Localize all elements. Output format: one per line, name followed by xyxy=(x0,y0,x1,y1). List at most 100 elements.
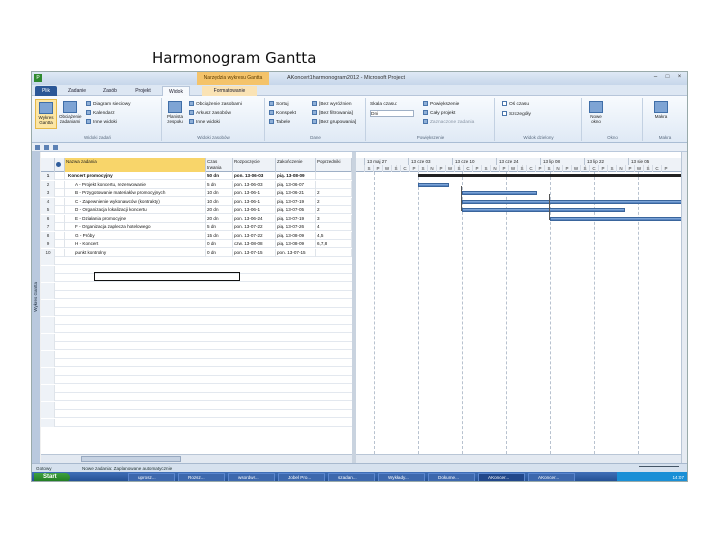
other-views-button[interactable]: Inne widoki xyxy=(86,119,117,126)
cell-end[interactable]: pią. 13-07-19 xyxy=(276,197,316,206)
tab-task[interactable]: Zadanie xyxy=(62,86,92,96)
empty-row[interactable] xyxy=(41,359,352,367)
cell-name[interactable]: G - Próby xyxy=(65,231,206,240)
save-icon[interactable] xyxy=(35,145,40,150)
team-planner-button[interactable]: Planista zespołu xyxy=(164,99,186,129)
cell-end[interactable]: pią. 13-06-21 xyxy=(276,189,316,197)
cell-start[interactable]: pon. 13-06-1 xyxy=(233,189,276,197)
grid-horizontal-scrollbar[interactable] xyxy=(41,454,352,463)
empty-row[interactable] xyxy=(41,393,352,401)
scroll-thumb[interactable] xyxy=(81,456,181,462)
task-bar[interactable] xyxy=(462,191,538,195)
cell-pred[interactable]: 3 xyxy=(316,214,352,223)
header-finish[interactable]: Zakończenie xyxy=(276,158,316,172)
cell-name[interactable]: punkt kontrolny xyxy=(65,248,206,257)
task-bar[interactable] xyxy=(418,182,450,187)
cell-end[interactable]: pią. 13-08-09 xyxy=(276,240,316,248)
new-window-button[interactable]: Nowe okno xyxy=(585,99,607,129)
tab-format[interactable]: Formatowanie xyxy=(202,86,257,96)
cell-mode[interactable] xyxy=(55,206,65,214)
empty-row[interactable] xyxy=(41,342,352,350)
selected-tasks-button[interactable]: Zaznaczone zadania xyxy=(423,119,474,126)
gantt-chart-button[interactable]: Wykres Gantta xyxy=(35,99,57,129)
cell-pred[interactable]: 2 xyxy=(316,197,352,206)
cell-num[interactable]: 5 xyxy=(41,206,55,214)
taskbar-item[interactable]: AKoncer... xyxy=(478,473,525,481)
table-row[interactable]: 9 H - Koncert 0 dn czw. 13-08-08 pią. 13-08-… xyxy=(41,240,352,248)
header-predecessors[interactable]: Poprzedniki xyxy=(316,158,352,172)
empty-row[interactable] xyxy=(41,350,352,359)
cell-start[interactable]: pon. 13-07-22 xyxy=(233,231,276,240)
taskbar-item[interactable]: Wykłady... xyxy=(378,473,425,481)
cell-name[interactable]: E - Działania promocyjne xyxy=(65,214,206,223)
cell-end[interactable]: pią. 13-07-19 xyxy=(276,214,316,223)
chart-horizontal-scrollbar[interactable] xyxy=(356,454,681,463)
cell-start[interactable]: pon. 13-06-03 xyxy=(233,172,276,180)
cell-dur[interactable]: 0 dn xyxy=(206,248,233,257)
cell-dur[interactable]: 50 dn xyxy=(206,172,233,180)
timescale-select[interactable]: Dni xyxy=(370,110,414,117)
table-row[interactable]: 2A - Projekt koncertu, rezerwowanie 5 dn p… xyxy=(41,180,352,189)
tab-resource[interactable]: Zasób xyxy=(96,86,124,96)
cell-dur[interactable]: 20 dn xyxy=(206,214,233,223)
cell-dur[interactable]: 15 dn xyxy=(206,231,233,240)
cell-mode[interactable] xyxy=(55,172,65,180)
tables-button[interactable]: Tabele xyxy=(269,119,290,126)
task-bar[interactable] xyxy=(462,208,626,212)
cell-num[interactable]: 1 xyxy=(41,172,55,180)
cell-num[interactable]: 7 xyxy=(41,223,55,231)
taskbar-item[interactable]: uprosz... xyxy=(128,473,175,481)
cell-pred[interactable] xyxy=(316,248,352,257)
taskbar-item[interactable]: Rozsz... xyxy=(178,473,225,481)
macros-button[interactable]: Makra xyxy=(650,99,672,129)
table-row[interactable]: 6 E - Działania promocyjne 20 dn pon. 13-06… xyxy=(41,214,352,223)
vertical-scrollbar[interactable] xyxy=(681,152,687,463)
cell-pred[interactable] xyxy=(316,180,352,189)
cell-mode[interactable] xyxy=(55,223,65,231)
taskbar-item[interactable]: Jobel Pro... xyxy=(278,473,325,481)
empty-row[interactable] xyxy=(41,299,352,308)
summary-bar[interactable] xyxy=(418,174,687,177)
empty-row[interactable] xyxy=(41,291,352,299)
empty-row[interactable] xyxy=(41,367,352,376)
empty-row[interactable] xyxy=(41,384,352,393)
cell-mode[interactable] xyxy=(55,197,65,206)
tab-view[interactable]: Widok xyxy=(162,86,190,96)
cell-pred[interactable]: 2 xyxy=(316,189,352,197)
cell-mode[interactable] xyxy=(55,240,65,248)
undo-icon[interactable] xyxy=(44,145,49,150)
outline-button[interactable]: Konspekt xyxy=(269,110,296,117)
table-row[interactable]: 8 G - Próby 15 dn pon. 13-07-22 pią. 13-08-0… xyxy=(41,231,352,240)
taskbar-item[interactable]: wsordwr... xyxy=(228,473,275,481)
resource-usage-button[interactable]: Obciążenie zasobami xyxy=(189,101,242,108)
cell-pred[interactable]: 4,5 xyxy=(316,231,352,240)
cell-start[interactable]: pon. 13-06-1 xyxy=(233,197,276,206)
empty-row[interactable] xyxy=(41,282,352,291)
cell-name[interactable]: D - Organizacja lokalizacji koncertu xyxy=(65,206,206,214)
cell-pred[interactable]: 6,7,8 xyxy=(316,240,352,248)
start-button[interactable]: Start xyxy=(34,473,70,481)
table-row[interactable]: 7 F - Organizacja zaplecza hotelowego 5 dn… xyxy=(41,223,352,231)
header-task-name[interactable]: Nazwa zadania xyxy=(65,158,206,172)
empty-row[interactable] xyxy=(41,325,352,333)
redo-icon[interactable] xyxy=(53,145,58,150)
resource-sheet-button[interactable]: Arkusz zasobów xyxy=(189,110,231,117)
cell-dur[interactable]: 10 dn xyxy=(206,197,233,206)
cell-mode[interactable] xyxy=(55,189,65,197)
cell-start[interactable]: pon. 13-06-24 xyxy=(233,214,276,223)
maximize-button[interactable]: □ xyxy=(663,74,672,81)
cell-dur[interactable]: 5 dn xyxy=(206,223,233,231)
cell-mode[interactable] xyxy=(55,180,65,189)
group-by-dropdown[interactable]: [Bez grupowania] xyxy=(312,119,356,126)
cell-num[interactable]: 4 xyxy=(41,197,55,206)
cell-num[interactable]: 10 xyxy=(41,248,55,257)
empty-row[interactable] xyxy=(41,308,352,316)
highlight-dropdown[interactable]: [Bez wyróżnien xyxy=(312,101,352,108)
cell-dur[interactable]: 0 dn xyxy=(206,240,233,248)
cell-num[interactable]: 3 xyxy=(41,189,55,197)
zoom-slider[interactable] xyxy=(639,466,679,471)
sort-button[interactable]: Sortuj xyxy=(269,101,289,108)
empty-row[interactable] xyxy=(41,257,352,265)
table-row[interactable]: 5 D - Organizacja lokalizacji koncertu 20 … xyxy=(41,206,352,214)
minimize-button[interactable]: – xyxy=(651,74,660,81)
